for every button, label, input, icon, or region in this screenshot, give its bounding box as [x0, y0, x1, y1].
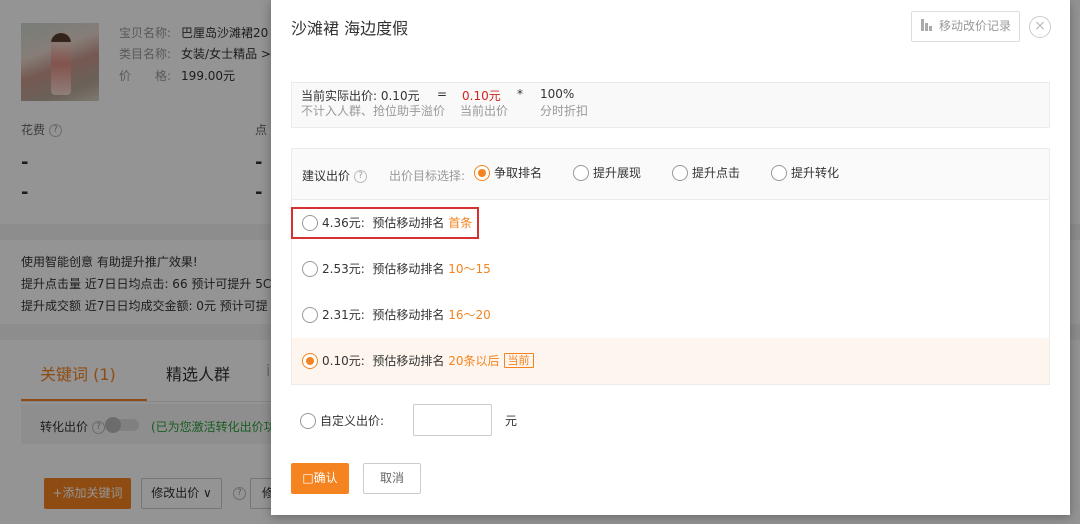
radio-icon	[573, 164, 589, 181]
modal-title: 沙滩裙 海边度假	[291, 19, 409, 38]
confirm-button[interactable]: □确认	[291, 463, 349, 494]
multiply-sign: *	[517, 87, 523, 101]
radio-icon	[672, 164, 688, 181]
bid-modal: 沙滩裙 海边度假 移动改价记录 × 当前实际出价: 0.10元 = 0.10元 …	[271, 0, 1070, 515]
cancel-button[interactable]: 取消	[363, 463, 421, 494]
custom-bid-label: 自定义出价:	[320, 414, 385, 428]
radio-selected-icon	[302, 352, 318, 369]
radio-icon	[302, 260, 318, 277]
bid-option-desc: 预估移动排名	[372, 354, 445, 368]
radio-icon	[771, 164, 787, 181]
bid-option-rank: 20条以后	[448, 354, 500, 368]
bid-option-desc: 预估移动排名	[372, 262, 445, 276]
bid-option-price: 0.10元:	[322, 354, 365, 368]
current-bid-note: 当前出价	[460, 104, 509, 118]
bid-option-desc: 预估移动排名	[372, 308, 445, 322]
equals-sign: =	[437, 87, 448, 101]
bid-option-price: 2.53元:	[322, 262, 365, 276]
custom-bid-input[interactable]	[413, 404, 492, 436]
bid-goal-label: 出价目标选择:	[389, 169, 466, 183]
bid-option-row[interactable]: 2.31元: 预估移动排名 16～20	[292, 292, 1049, 338]
suggested-bid-panel: 建议出价? 出价目标选择: 争取排名 提升展现 提升点击 提升转化 4.36元:…	[291, 148, 1050, 385]
goal-impressions-radio[interactable]: 提升展现	[573, 164, 641, 181]
close-icon[interactable]: ×	[1029, 16, 1051, 38]
help-icon[interactable]: ?	[354, 170, 368, 183]
bid-goal-selector: 建议出价? 出价目标选择: 争取排名 提升展现 提升点击 提升转化	[292, 149, 1049, 200]
goal-ranking-radio[interactable]: 争取排名	[474, 164, 542, 181]
mobile-bid-history-button[interactable]: 移动改价记录	[911, 11, 1020, 42]
highlight-annotation-box	[291, 207, 479, 239]
radio-icon	[302, 306, 318, 323]
suggested-bid-label: 建议出价	[302, 169, 351, 183]
bid-option-row[interactable]: 2.53元: 预估移动排名 10～15	[292, 246, 1049, 292]
time-discount-value: 100%	[540, 87, 575, 101]
time-discount-note: 分时折扣	[540, 104, 589, 118]
radio-icon	[300, 412, 316, 429]
actual-bid-note: 不计入人群、抢位助手溢价	[301, 104, 446, 118]
bid-option-rank: 16～20	[448, 308, 491, 322]
custom-bid-unit: 元	[505, 414, 518, 428]
bid-option-row-selected[interactable]: 0.10元: 预估移动排名 20条以后 当前	[292, 338, 1049, 384]
radio-selected-icon	[474, 164, 490, 181]
current-bid-summary: 当前实际出价: 0.10元 = 0.10元 * 100% 不计入人群、抢位助手溢…	[291, 82, 1050, 128]
bar-chart-icon	[921, 19, 935, 31]
current-badge: 当前	[503, 353, 534, 368]
bid-option-price: 2.31元:	[322, 308, 365, 322]
goal-clicks-radio[interactable]: 提升点击	[672, 164, 740, 181]
bid-option-rank: 10～15	[448, 262, 491, 276]
goal-conversion-radio[interactable]: 提升转化	[771, 164, 839, 181]
